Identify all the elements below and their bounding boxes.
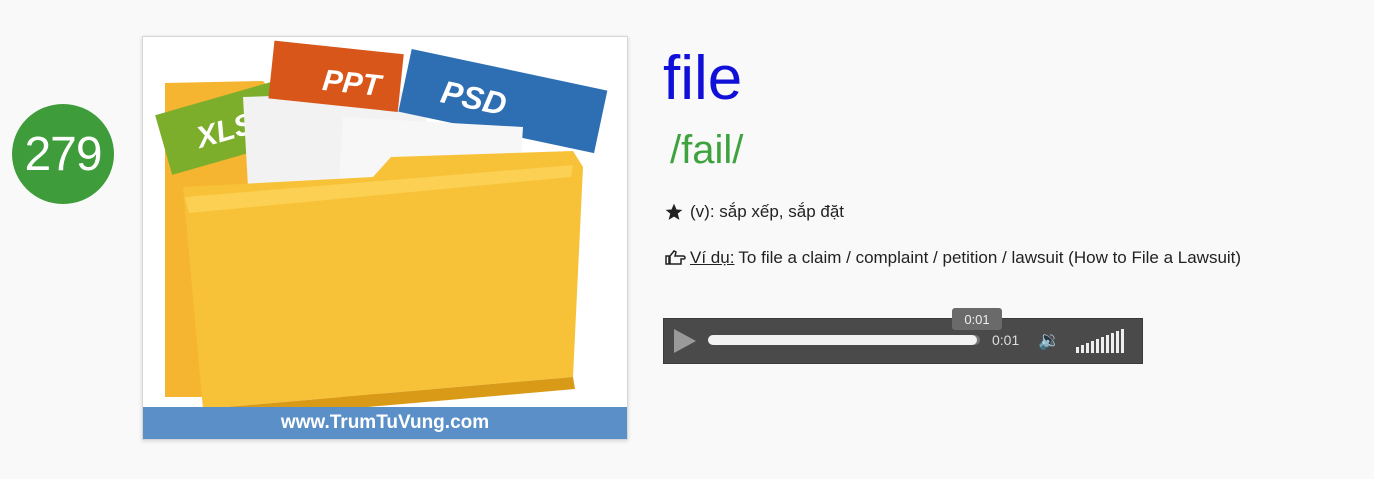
volume-bar [1106,335,1109,353]
seek-progress [708,335,978,345]
volume-bar [1111,333,1114,353]
example-text: To file a claim / complaint / petition /… [738,248,1242,267]
play-icon[interactable] [674,329,696,353]
entry-number-badge: 279 [12,104,114,204]
volume-bar [1076,347,1079,353]
pronunciation: /fail/ [670,128,744,172]
volume-bar [1116,331,1119,353]
folder-illustration: XLS PPT PSD [155,40,608,421]
meaning-line: (v): sắp xếp, sắp đặt [664,202,844,222]
vocab-word: file [663,44,743,113]
watermark-text: www.TrumTuVung.com [280,412,490,433]
example-label: Ví dụ: [690,248,735,267]
star-icon [665,203,683,220]
meaning-text: (v): sắp xếp, sắp đặt [690,202,845,221]
volume-bar [1081,345,1084,353]
ppt-label: PPT [321,64,385,103]
seek-tooltip: 0:01 [952,308,1002,330]
pointing-hand-icon [665,250,686,265]
vocab-image: XLS PPT PSD www.TrumTuVung.com [142,36,628,440]
example-line: Ví dụ: To file a claim / complaint / pet… [664,248,1241,268]
entry-number: 279 [24,127,102,181]
volume-bar [1086,343,1089,353]
audio-player: 0:01 🔉 [663,318,1143,364]
seek-bar[interactable] [708,335,980,345]
current-time: 0:01 [992,332,1020,348]
speaker-icon[interactable]: 🔉 [1038,330,1060,351]
volume-bar [1091,341,1094,353]
volume-slider[interactable] [1076,329,1124,353]
volume-bar [1096,339,1099,353]
volume-bar [1101,337,1104,353]
volume-bar [1121,329,1124,353]
watermark-bar: www.TrumTuVung.com [143,407,627,439]
